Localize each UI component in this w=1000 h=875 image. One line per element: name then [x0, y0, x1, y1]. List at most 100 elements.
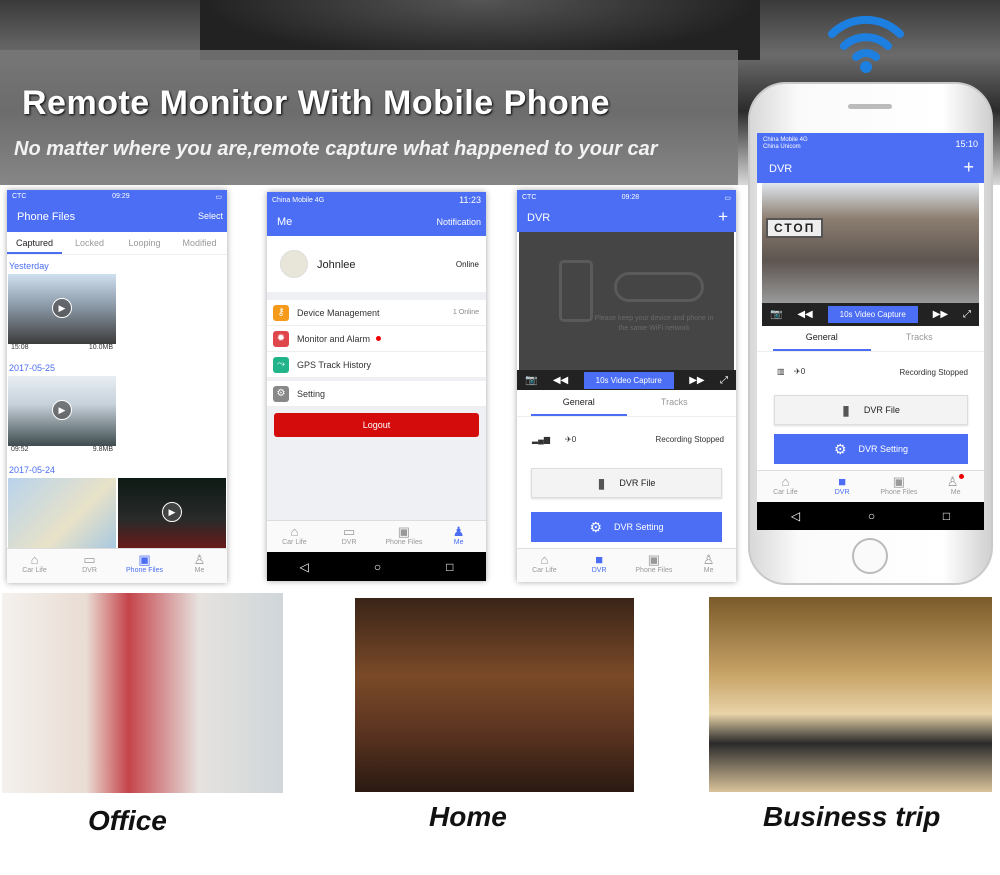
- dvr-file-button[interactable]: ▮ DVR File: [531, 468, 722, 498]
- video-time: 15:08: [11, 344, 29, 351]
- android-nav-bar: ◁ ○ □: [267, 552, 486, 581]
- wifi-icon: [828, 15, 904, 73]
- add-icon[interactable]: +: [963, 157, 974, 178]
- nav-dvr[interactable]: ■ DVR: [572, 549, 627, 582]
- play-icon[interactable]: ▶: [52, 298, 72, 318]
- back-icon[interactable]: ◁: [791, 509, 800, 523]
- carrier: China Mobile 4G: [272, 196, 325, 204]
- nav-dvr[interactable]: ▭ DVR: [62, 549, 117, 583]
- dvr-setting-button[interactable]: ⚙ DVR Setting: [774, 434, 968, 464]
- tab-general[interactable]: General: [773, 326, 871, 351]
- nav-phone-files[interactable]: ▣ Phone Files: [117, 549, 172, 583]
- nav-dvr[interactable]: ▭ DVR: [322, 521, 377, 552]
- business-trip-caption: Business trip: [763, 801, 941, 832]
- select-button[interactable]: Select: [198, 211, 223, 221]
- recents-icon[interactable]: □: [943, 509, 950, 523]
- button-label: DVR File: [619, 478, 656, 488]
- video-meta: 15:08 10.0MB: [8, 344, 116, 356]
- fullscreen-icon[interactable]: ⤢: [963, 309, 971, 320]
- clock: 15:10: [955, 139, 978, 149]
- satellite-icon: ✈: [794, 367, 801, 376]
- route-icon: ⤳: [273, 356, 289, 373]
- menu-label: Setting: [297, 388, 326, 399]
- nav-dvr[interactable]: ■ DVR: [814, 471, 871, 502]
- home-button[interactable]: [852, 538, 888, 574]
- bottom-nav: ⌂ Car Life ▭ DVR ▣ Phone Files ♙ Me: [7, 548, 227, 583]
- wifi-hint: Please keep your device and phone in the…: [594, 315, 714, 332]
- nav-car-life[interactable]: ⌂ Car Life: [7, 549, 62, 583]
- tab-captured[interactable]: Captured: [7, 232, 62, 254]
- map-thumbnail[interactable]: [8, 478, 116, 548]
- nav-me[interactable]: ♙ Me: [927, 471, 984, 502]
- nav-me[interactable]: ♙ Me: [681, 549, 736, 582]
- menu-device-management[interactable]: ⚷ Device Management 1 Online: [267, 300, 486, 326]
- nav-phone-files[interactable]: ▣ Phone Files: [871, 471, 928, 502]
- android-nav-bar: ◁ ○ □: [757, 502, 984, 530]
- camera-icon[interactable]: 📷: [525, 375, 537, 386]
- me-screen: China Mobile 4G 11:23 Me Notification Joh…: [267, 192, 486, 581]
- home-icon: ⌂: [781, 474, 790, 489]
- nav-me[interactable]: ♟ Me: [431, 521, 486, 552]
- menu-gps-track[interactable]: ⤳ GPS Track History: [267, 352, 486, 378]
- carrier-2: China Unicom: [763, 144, 801, 150]
- tab-locked[interactable]: Locked: [62, 232, 117, 254]
- nav-label: Phone Files: [385, 539, 423, 546]
- video-camera-icon: ▭: [83, 552, 96, 567]
- menu-label: GPS Track History: [297, 359, 372, 370]
- dashcam-illustration: [614, 272, 704, 302]
- dvr-screen: CTC 09:28 ▭ DVR + Please keep your device …: [517, 190, 736, 582]
- satellite-count: 0: [571, 435, 577, 444]
- recents-icon[interactable]: □: [446, 560, 453, 574]
- bottom-nav: ⌂ Car Life ■ DVR ▣ Phone Files ♙ Me: [757, 470, 984, 502]
- dvr-file-button[interactable]: ▮ DVR File: [774, 395, 968, 425]
- gear-icon: ⚙: [273, 385, 289, 402]
- rewind-icon[interactable]: ◀◀: [797, 309, 812, 320]
- dvr-setting-button[interactable]: ⚙ DVR Setting: [531, 512, 722, 542]
- menu-setting[interactable]: ⚙ Setting: [267, 381, 486, 407]
- nav-car-life[interactable]: ⌂ Car Life: [757, 471, 814, 502]
- alert-dot: [376, 336, 382, 341]
- menu-monitor-alarm[interactable]: ✹ Monitor and Alarm: [267, 326, 486, 352]
- home-circle-icon[interactable]: ○: [868, 509, 875, 523]
- office-photo: [2, 593, 283, 793]
- home-circle-icon[interactable]: ○: [374, 560, 381, 574]
- fullscreen-icon[interactable]: ⤢: [720, 375, 728, 386]
- fast-forward-icon[interactable]: ▶▶: [933, 309, 948, 320]
- nav-phone-files[interactable]: ▣ Phone Files: [377, 521, 432, 552]
- play-icon[interactable]: ▶: [162, 502, 182, 522]
- video-capture-button[interactable]: 10s Video Capture: [583, 371, 674, 389]
- fast-forward-icon[interactable]: ▶▶: [689, 375, 704, 386]
- satellite-status: ✈0: [794, 367, 805, 376]
- logout-button[interactable]: Logout: [274, 413, 479, 437]
- screen-title: Phone Files: [17, 211, 76, 223]
- person-icon: ♟: [452, 524, 465, 539]
- video-camera-icon: ■: [595, 552, 604, 567]
- nav-label: Phone Files: [635, 567, 673, 574]
- tab-tracks[interactable]: Tracks: [871, 326, 969, 351]
- notification-button[interactable]: Notification: [436, 217, 481, 227]
- phone-illustration: [559, 260, 593, 322]
- video-capture-button[interactable]: 10s Video Capture: [827, 306, 918, 323]
- video-size: 9.8MB: [92, 446, 113, 453]
- tab-general[interactable]: General: [531, 391, 627, 416]
- page-title: Remote Monitor With Mobile Phone: [22, 84, 610, 122]
- carrier: China Mobile 4G China Unicom: [763, 137, 808, 151]
- nav-me[interactable]: ♙ Me: [172, 549, 227, 583]
- nav-label: Me: [453, 539, 464, 546]
- screen-title: Me: [277, 216, 293, 228]
- nav-phone-files[interactable]: ▣ Phone Files: [627, 549, 682, 582]
- camera-icon[interactable]: 📷: [770, 309, 782, 320]
- nav-car-life[interactable]: ⌂ Car Life: [267, 521, 322, 552]
- tab-tracks[interactable]: Tracks: [627, 391, 723, 416]
- menu-label: Monitor and Alarm: [297, 333, 371, 344]
- nav-car-life[interactable]: ⌂ Car Life: [517, 549, 572, 582]
- home-icon: ⌂: [30, 552, 39, 567]
- speaker-grille: [848, 104, 892, 109]
- stop-sign: СТОП: [766, 218, 824, 238]
- back-icon[interactable]: ◁: [300, 560, 309, 574]
- tab-looping[interactable]: Looping: [117, 232, 172, 254]
- rewind-icon[interactable]: ◀◀: [553, 375, 568, 386]
- add-icon[interactable]: +: [718, 207, 728, 227]
- play-icon[interactable]: ▶: [52, 400, 72, 420]
- tab-modified[interactable]: Modified: [172, 232, 227, 254]
